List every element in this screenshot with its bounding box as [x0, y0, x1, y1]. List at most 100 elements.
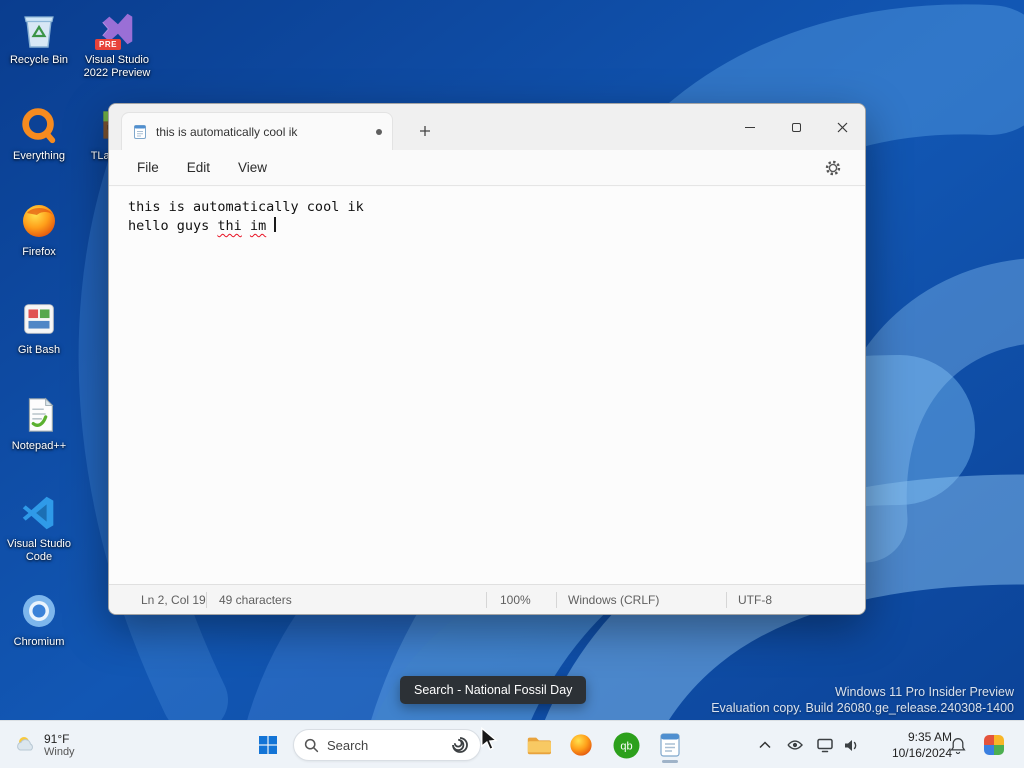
desktop-icon-label: Visual Studio Code [6, 538, 71, 563]
taskbar-clock[interactable]: 9:35 AM 10/16/2024 [872, 729, 952, 761]
desktop-icon-label: Everything [13, 150, 65, 162]
status-separator [556, 592, 557, 608]
line2-seg2 [242, 218, 250, 234]
watermark-line1: Windows 11 Pro Insider Preview [834, 685, 1014, 699]
firefox-icon [16, 198, 62, 244]
close-icon [837, 122, 847, 132]
minimize-icon [745, 126, 755, 128]
volume-button[interactable] [836, 725, 866, 765]
text-line-2: hello guys thi im [128, 217, 865, 236]
misspelled-word: thi [217, 218, 242, 234]
pre-badge: PRE [95, 39, 121, 50]
menu-view[interactable]: View [226, 155, 279, 180]
desktop-icon-chromium[interactable]: Chromium [2, 588, 76, 649]
status-char-count: 49 characters [219, 593, 292, 607]
desktop-icon-git-bash[interactable]: Git Bash [2, 296, 76, 357]
notepad-menubar: File Edit View [109, 150, 865, 186]
tab-title: this is automatically cool ik [156, 124, 298, 139]
quickbooks-label: qb [620, 740, 632, 752]
quickbooks-icon: qb [613, 732, 639, 758]
unsaved-dot-icon [376, 128, 382, 135]
desktop-icon-firefox[interactable]: Firefox [2, 198, 76, 259]
desktop-icon-label: Firefox [22, 246, 56, 258]
notepad-tab[interactable]: this is automatically cool ik [121, 112, 393, 150]
line2-seg3 [266, 218, 274, 234]
colorful-app-icon [984, 735, 1004, 755]
colorful-tray-app-button[interactable] [974, 725, 1014, 765]
bell-icon [950, 737, 966, 754]
desktop-icon-everything[interactable]: Everything [2, 102, 76, 163]
chevron-up-icon [759, 741, 771, 749]
weather-condition: Windy [44, 745, 75, 758]
search-highlight-fossil-icon [452, 737, 468, 753]
desktop-icon-visual-studio-2022[interactable]: PRE Visual Studio 2022 Preview [80, 6, 154, 80]
search-placeholder: Search [327, 737, 369, 753]
search-highlight-flyout[interactable]: Search - National Fossil Day [400, 676, 587, 704]
tray-eye-button[interactable] [780, 725, 810, 765]
recycle-bin-icon [16, 6, 62, 52]
search-icon [304, 738, 319, 752]
status-separator [726, 592, 727, 608]
close-button[interactable] [819, 104, 865, 150]
notepad-file-icon [134, 124, 146, 139]
clock-date: 10/16/2024 [891, 746, 952, 760]
quickbooks-button[interactable]: qb [606, 725, 646, 765]
desktop-icon-label: Notepad++ [11, 440, 67, 452]
firefox-icon [570, 734, 592, 756]
notepad-window: this is automatically cool ik File Edit … [108, 103, 866, 615]
gear-icon [825, 160, 841, 176]
taskbar-search-box[interactable]: Search [293, 729, 481, 761]
visual-studio-icon: PRE [94, 6, 140, 52]
watermark-line2: Evaluation copy. Build 26080.ge_release.… [711, 701, 1014, 715]
status-line-ending: Windows (CRLF) [568, 593, 660, 607]
desktop-icon-label: Recycle Bin [9, 54, 69, 66]
settings-button[interactable] [819, 155, 847, 181]
windows-logo-icon [259, 736, 277, 754]
file-explorer-button[interactable] [518, 725, 558, 765]
evaluation-watermark: Windows 11 Pro Insider Preview Evaluatio… [711, 684, 1014, 716]
maximize-button[interactable] [773, 104, 819, 150]
desktop-icon-recycle-bin[interactable]: Recycle Bin [2, 6, 76, 67]
speaker-icon [844, 739, 856, 751]
chromium-icon [16, 588, 62, 634]
desktop-icon-label: Visual Studio 2022 Preview [83, 54, 151, 79]
plus-icon [420, 126, 430, 136]
status-separator [206, 592, 207, 608]
minimize-button[interactable] [727, 104, 773, 150]
desktop-icon-label: Chromium [13, 636, 65, 648]
status-separator [486, 592, 487, 608]
notepad-taskbar-button[interactable] [650, 725, 690, 765]
status-zoom: 100% [500, 593, 531, 607]
taskbar: 91°F Windy Search qb 9:35 AM 10/16/2024 [0, 720, 1024, 768]
running-indicator [662, 760, 678, 763]
menu-file[interactable]: File [125, 155, 171, 180]
text-line-1: this is automatically cool ik [128, 199, 364, 215]
notepad-titlebar[interactable]: this is automatically cool ik [109, 104, 865, 150]
display-icon [817, 738, 833, 752]
firefox-taskbar-button[interactable] [561, 725, 601, 765]
vscode-icon [16, 490, 62, 536]
menu-edit[interactable]: Edit [175, 155, 222, 180]
text-caret [274, 217, 276, 232]
desktop-icon-visual-studio-code[interactable]: Visual Studio Code [2, 490, 76, 564]
status-encoding: UTF-8 [738, 593, 772, 607]
folder-icon [527, 737, 551, 755]
tray-overflow-button[interactable] [748, 725, 782, 765]
maximize-icon [791, 122, 801, 132]
network-display-button[interactable] [811, 725, 839, 765]
desktop-screen: { "colors": { "wallpaper_base": "#0e4da4… [0, 0, 1024, 768]
desktop-icon-notepad-plus-plus[interactable]: Notepad++ [2, 392, 76, 453]
weather-temp: 91°F [44, 731, 70, 746]
weather-widget[interactable]: 91°F Windy [6, 726, 83, 764]
status-cursor-position: Ln 2, Col 19 [141, 593, 206, 607]
notification-button[interactable] [942, 725, 974, 765]
git-bash-icon [16, 296, 62, 342]
everything-icon [16, 102, 62, 148]
start-button[interactable] [248, 725, 288, 765]
desktop-icon-label: Git Bash [17, 344, 61, 356]
line2-seg1: hello guys [128, 218, 218, 234]
notepad-text-area[interactable]: this is automatically cool ik hello guys… [109, 187, 865, 586]
notepad-app-icon [660, 733, 680, 757]
new-tab-button[interactable] [411, 118, 439, 144]
eye-icon [787, 740, 803, 750]
